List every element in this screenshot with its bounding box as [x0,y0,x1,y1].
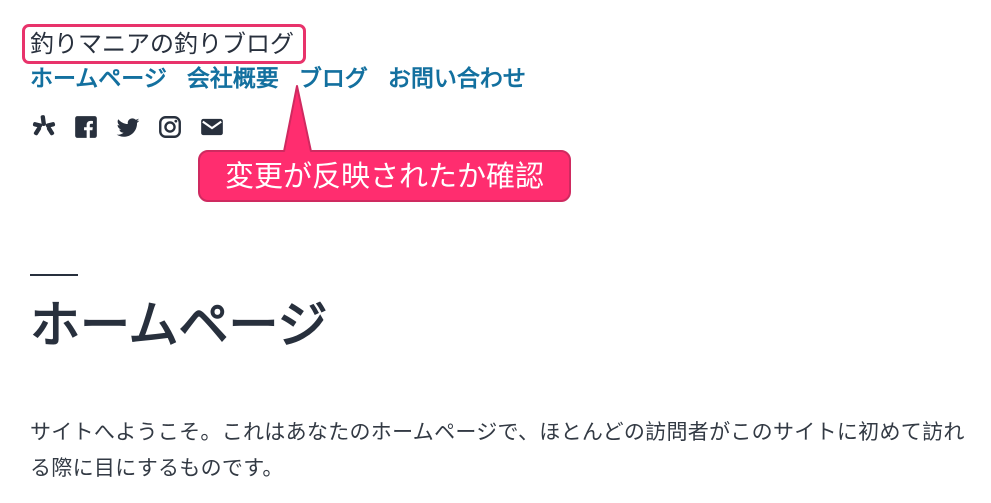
nav-item-company[interactable]: 会社概要 [187,64,279,94]
nav-item-home[interactable]: ホームページ [30,64,167,94]
annotation-callout: 変更が反映されたか確認 [198,150,571,202]
page-title: ホームページ [30,296,328,354]
nav-item-contact[interactable]: お問い合わせ [388,64,526,94]
facebook-icon[interactable] [73,114,99,140]
title-separator [30,274,78,276]
social-navigation [31,114,225,140]
nav-item-blog[interactable]: ブログ [299,64,368,94]
site-title-link[interactable]: 釣りマニアの釣りブログ [30,29,294,59]
yelp-icon[interactable] [31,114,57,140]
primary-navigation: ホームページ 会社概要 ブログ お問い合わせ [30,64,546,94]
instagram-icon[interactable] [157,114,183,140]
page-body-text: サイトへようこそ。これはあなたのホームページで、ほとんどの訪問者がこのサイトに初… [30,420,965,480]
twitter-icon[interactable] [115,114,141,140]
mail-icon[interactable] [199,114,225,140]
